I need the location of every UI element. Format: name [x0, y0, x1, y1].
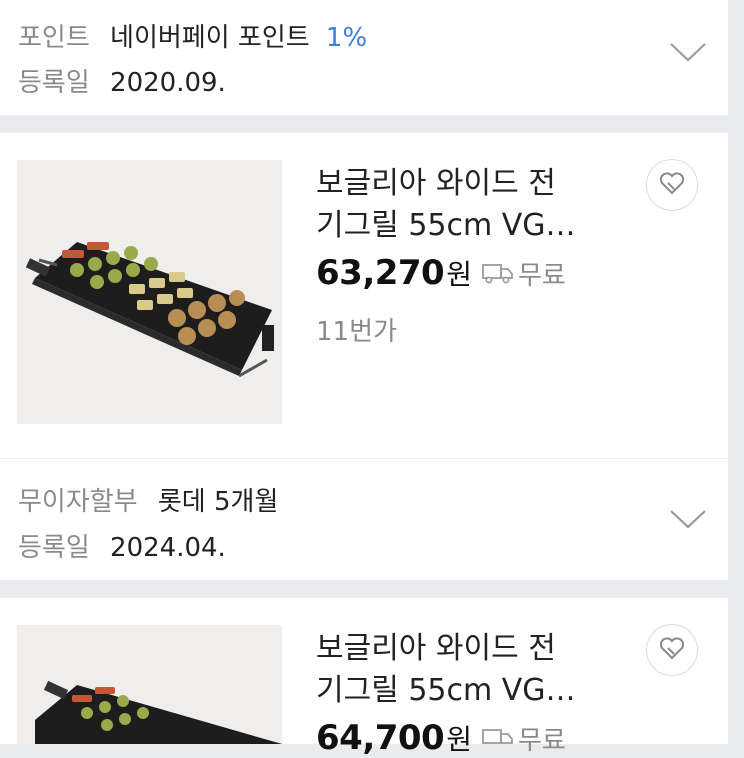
product-title[interactable]: 보글리아 와이드 전 기그릴 55cm VG… [316, 163, 616, 247]
product-card[interactable]: 보글리아 와이드 전 기그릴 55cm VG… 64,700 원 무료 [0, 598, 728, 758]
seller-name[interactable]: 11번가 [316, 311, 397, 348]
installment-label: 무이자할부 [18, 487, 138, 517]
price-row: 64,700 원 무료 [316, 718, 566, 758]
price-unit: 원 [446, 723, 472, 756]
product-title-line1: 보글리아 와이드 전 [316, 631, 556, 666]
product-price: 64,700 [316, 718, 445, 758]
point-rate: 1% [325, 23, 368, 53]
reg-date-row: 등록일 2024.04. [18, 527, 226, 564]
product-title-line2: 기그릴 55cm VG… [316, 673, 576, 708]
reg-date-value: 2020.09. [110, 68, 226, 98]
reg-date-label: 등록일 [18, 68, 90, 98]
product-image[interactable] [17, 160, 282, 424]
product-image[interactable] [17, 625, 282, 744]
point-label: 포인트 [18, 23, 90, 53]
point-value: 네이버페이 포인트 [110, 23, 310, 53]
delivery-truck-icon [482, 727, 514, 749]
product-price: 63,270 [316, 253, 445, 293]
reg-date-label: 등록일 [18, 533, 90, 563]
point-row: 포인트 네이버페이 포인트 1% [18, 17, 367, 54]
chevron-down-icon[interactable] [668, 40, 706, 66]
chevron-down-icon[interactable] [668, 507, 706, 533]
heart-tag-icon [658, 635, 686, 665]
shipping-label: 무료 [517, 725, 566, 756]
wish-button[interactable] [646, 159, 698, 211]
reg-date-row: 등록일 2020.09. [18, 62, 226, 99]
heart-tag-icon [658, 170, 686, 200]
product-card[interactable]: 보글리아 와이드 전 기그릴 55cm VG… 63,270 원 무료 11번가… [0, 133, 728, 580]
installment-value: 롯데 5개월 [157, 487, 279, 517]
product-title-line2: 기그릴 55cm VG… [316, 208, 576, 243]
reg-date-value: 2024.04. [110, 533, 226, 563]
product-title-line1: 보글리아 와이드 전 [316, 166, 556, 201]
product-title[interactable]: 보글리아 와이드 전 기그릴 55cm VG… [316, 628, 616, 712]
wish-button[interactable] [646, 624, 698, 676]
price-unit: 원 [446, 258, 472, 291]
installment-row: 무이자할부 롯데 5개월 [18, 481, 278, 518]
delivery-truck-icon [482, 262, 514, 284]
price-row: 63,270 원 무료 [316, 253, 566, 293]
top-info-card: 포인트 네이버페이 포인트 1% 등록일 2020.09. [0, 0, 728, 115]
shipping-label: 무료 [517, 260, 566, 291]
divider [0, 458, 728, 459]
